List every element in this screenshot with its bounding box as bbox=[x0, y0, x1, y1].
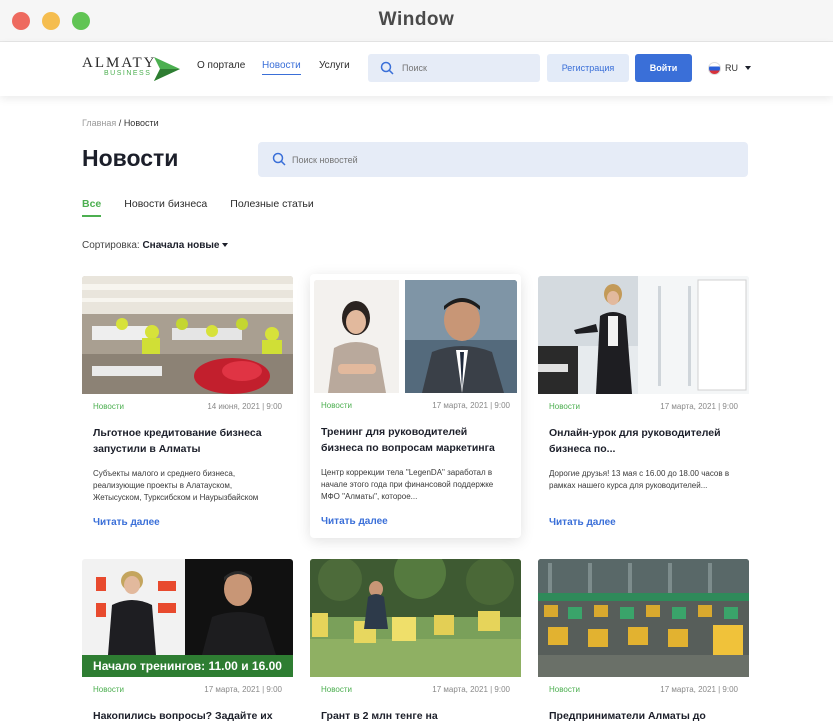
search-icon bbox=[380, 61, 394, 75]
breadcrumb: Главная / Новости bbox=[82, 118, 159, 128]
read-more-link[interactable]: Читать далее bbox=[93, 517, 160, 528]
language-selector[interactable]: RU bbox=[708, 61, 751, 75]
news-card[interactable]: Новости 14 июня, 2021 | 9:00 Льготное кр… bbox=[82, 276, 293, 530]
card-excerpt: Центр коррекции тела "LegenDA" заработал… bbox=[321, 468, 494, 501]
breadcrumb-home[interactable]: Главная bbox=[82, 118, 116, 128]
app-window: Window ALMATY BUSINESS О портале Новости… bbox=[0, 0, 833, 724]
header-search-input[interactable] bbox=[402, 54, 532, 82]
card-date: 17 марта, 2021 | 9:00 bbox=[204, 685, 282, 694]
nav-services[interactable]: Услуги bbox=[319, 60, 350, 71]
chevron-down-icon[interactable] bbox=[222, 243, 229, 248]
card-date: 17 марта, 2021 | 9:00 bbox=[660, 685, 738, 694]
login-button[interactable]: Войти bbox=[635, 54, 692, 82]
chevron-down-icon bbox=[745, 66, 751, 70]
card-meta: Новости 17 марта, 2021 | 9:00 bbox=[549, 402, 738, 416]
sort-dropdown[interactable]: Сначала новые bbox=[142, 240, 219, 251]
sort-control: Сортировка: Сначала новые bbox=[82, 240, 229, 251]
card-excerpt: Субъекты малого и среднего бизнеса, реал… bbox=[93, 469, 259, 502]
card-meta: Новости 14 июня, 2021 | 9:00 bbox=[93, 402, 282, 416]
card-meta: Новости 17 марта, 2021 | 9:00 bbox=[549, 685, 738, 699]
card-title[interactable]: Предприниматели Алматы до bbox=[549, 708, 738, 724]
tab-business-news[interactable]: Новости бизнеса bbox=[124, 198, 207, 217]
nav-about[interactable]: О портале bbox=[197, 60, 245, 71]
logo-sub-text: BUSINESS bbox=[104, 70, 152, 77]
tab-useful-articles[interactable]: Полезные статьи bbox=[230, 198, 314, 217]
news-card[interactable]: Новости 17 марта, 2021 | 9:00 Грант в 2 … bbox=[310, 559, 521, 724]
news-image-sewing-workshop bbox=[82, 276, 293, 394]
card-category[interactable]: Новости bbox=[549, 402, 580, 411]
card-date: 17 марта, 2021 | 9:00 bbox=[432, 401, 510, 410]
card-meta: Новости 17 марта, 2021 | 9:00 bbox=[321, 401, 510, 415]
news-image-presenter bbox=[538, 276, 749, 394]
news-card[interactable]: Новости 17 марта, 2021 | 9:00 Предприним… bbox=[538, 559, 749, 724]
sort-label: Сортировка: bbox=[82, 240, 140, 251]
card-category[interactable]: Новости bbox=[93, 685, 124, 694]
card-category[interactable]: Новости bbox=[549, 685, 580, 694]
card-meta: Новости 17 марта, 2021 | 9:00 bbox=[321, 685, 510, 699]
card-ribbon: Начало тренингов: 11.00 и 16.00 bbox=[82, 655, 293, 677]
card-meta: Новости 17 марта, 2021 | 9:00 bbox=[93, 685, 282, 699]
read-more-link[interactable]: Читать далее bbox=[549, 517, 616, 528]
site-logo[interactable]: ALMATY BUSINESS bbox=[82, 55, 180, 83]
news-image-beekeeping bbox=[310, 559, 521, 677]
news-search bbox=[258, 142, 748, 177]
breadcrumb-separator: / bbox=[118, 118, 122, 128]
card-category[interactable]: Новости bbox=[93, 402, 124, 411]
news-card[interactable]: Начало тренингов: 11.00 и 16.00 Новости … bbox=[82, 559, 293, 724]
tab-all[interactable]: Все bbox=[82, 198, 102, 217]
page-title: Новости bbox=[82, 145, 179, 171]
title-bar: Window bbox=[0, 0, 833, 42]
language-label: RU bbox=[725, 63, 738, 73]
header-search bbox=[368, 54, 540, 82]
card-category[interactable]: Новости bbox=[321, 401, 352, 410]
register-button[interactable]: Регистрация bbox=[547, 54, 629, 82]
card-title[interactable]: Накопились вопросы? Задайте их bbox=[93, 708, 282, 724]
card-date: 17 марта, 2021 | 9:00 bbox=[432, 685, 510, 694]
news-image-cafe-hall bbox=[538, 559, 749, 677]
news-search-input[interactable] bbox=[292, 142, 732, 177]
breadcrumb-current: Новости bbox=[123, 118, 159, 128]
logo-arrow-icon bbox=[154, 57, 180, 81]
site-header: ALMATY BUSINESS О портале Новости Услуги… bbox=[0, 42, 833, 96]
news-image-trainers: Начало тренингов: 11.00 и 16.00 bbox=[82, 559, 293, 677]
category-tabs: Все Новости бизнеса Полезные статьи bbox=[82, 198, 337, 217]
card-title[interactable]: Тренинг для руководителей бизнеса по воп… bbox=[321, 424, 510, 456]
news-card[interactable]: Новости 17 марта, 2021 | 9:00 Тренинг дл… bbox=[310, 274, 521, 538]
news-image-speakers bbox=[314, 280, 517, 393]
card-title[interactable]: Льготное кредитование бизнеса запустили … bbox=[93, 425, 282, 457]
russia-flag-icon bbox=[708, 61, 721, 75]
window-title: Window bbox=[378, 9, 455, 30]
card-title[interactable]: Онлайн-урок для руководителей бизнеса по… bbox=[549, 425, 738, 457]
news-card[interactable]: Новости 17 марта, 2021 | 9:00 Онлайн-уро… bbox=[538, 276, 749, 530]
nav-news[interactable]: Новости bbox=[262, 60, 301, 75]
card-date: 14 июня, 2021 | 9:00 bbox=[207, 402, 282, 411]
search-icon bbox=[272, 152, 286, 166]
card-excerpt: Дорогие друзья! 13 мая с 16.00 до 18.00 … bbox=[549, 469, 730, 490]
card-category[interactable]: Новости bbox=[321, 685, 352, 694]
card-date: 17 марта, 2021 | 9:00 bbox=[660, 402, 738, 411]
card-title[interactable]: Грант в 2 млн тенге на производство bbox=[321, 708, 510, 724]
read-more-link[interactable]: Читать далее bbox=[321, 516, 388, 527]
